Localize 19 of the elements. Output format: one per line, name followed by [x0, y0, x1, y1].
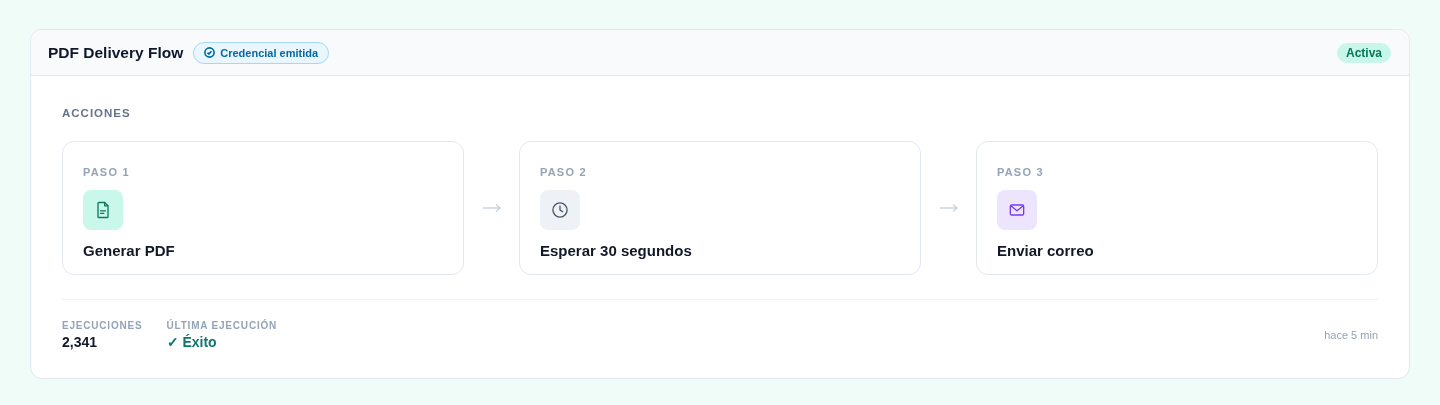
step-name: Enviar correo — [997, 242, 1094, 259]
check-circle-icon — [204, 47, 216, 58]
status-badge: Activa — [1336, 42, 1391, 63]
step-label: PASO 2 — [540, 166, 587, 178]
arrow-icon — [938, 203, 959, 213]
step-label: PASO 1 — [83, 166, 130, 178]
last-run-time: hace 5 min — [1324, 329, 1378, 341]
clock-icon — [550, 200, 570, 220]
arrow-icon — [481, 203, 502, 213]
stat-label: EJECUCIONES — [62, 320, 143, 331]
step-label: PASO 3 — [997, 166, 1044, 178]
credential-badge: Credencial emitida — [193, 41, 330, 64]
section-label: ACCIONES — [62, 107, 131, 119]
step-name: Generar PDF — [83, 242, 175, 259]
step-name: Esperar 30 segundos — [540, 242, 692, 259]
stat-value: ✓ Éxito — [166, 334, 217, 350]
stat-label: ÚLTIMA EJECUCIÓN — [166, 320, 278, 331]
stat-value: 2,341 — [62, 334, 98, 350]
flow-title: PDF Delivery Flow — [48, 43, 184, 62]
